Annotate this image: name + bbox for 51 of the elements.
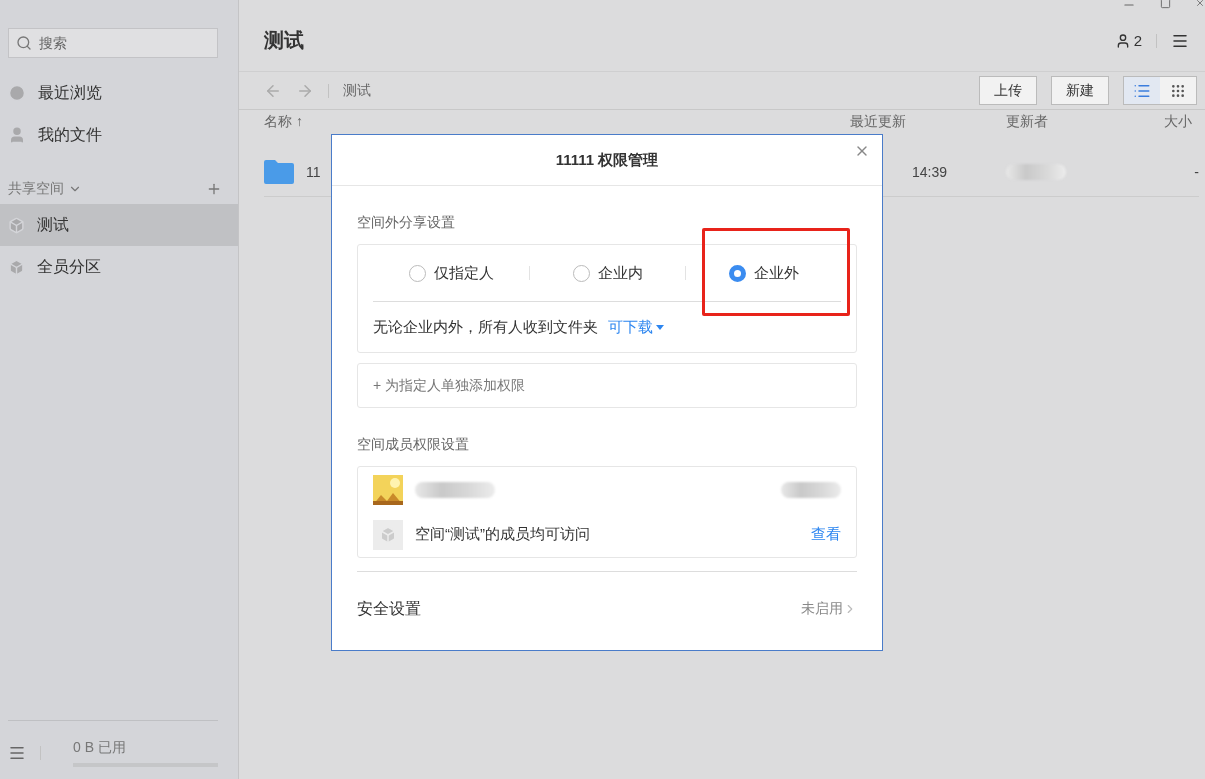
toolbar-button[interactable]: 上传 bbox=[979, 76, 1037, 105]
space-access-text: 空间“测试”的成员均可访问 bbox=[415, 525, 590, 544]
view-toggle[interactable] bbox=[1160, 77, 1196, 104]
menu-icon[interactable] bbox=[8, 744, 26, 762]
user-icon bbox=[8, 126, 26, 144]
view-toggle[interactable] bbox=[1124, 77, 1160, 104]
view-link[interactable]: 查看 bbox=[811, 525, 841, 544]
radio-button[interactable] bbox=[408, 264, 426, 282]
clock-icon bbox=[8, 84, 26, 102]
security-status[interactable]: 未启用 bbox=[801, 600, 857, 618]
cube-icon bbox=[8, 216, 25, 234]
file-name: 11 bbox=[306, 163, 321, 180]
permission-dropdown[interactable]: 可下载 bbox=[608, 317, 664, 337]
add-permission-button[interactable]: + 为指定人单独添加权限 bbox=[357, 363, 857, 408]
folder-icon bbox=[264, 159, 294, 184]
maximize-icon[interactable] bbox=[1160, 0, 1171, 9]
sidebar-item[interactable]: 全员分区 bbox=[0, 246, 238, 288]
sidebar-item[interactable]: 最近浏览 bbox=[0, 72, 238, 114]
column-header[interactable]: 更新者 bbox=[1006, 113, 1164, 131]
section-title: 共享空间 bbox=[8, 180, 64, 198]
column-header[interactable]: 名称 ↑ bbox=[264, 113, 850, 131]
radio-button[interactable] bbox=[572, 264, 590, 282]
column-header[interactable]: 最近更新 bbox=[850, 113, 1006, 131]
column-header[interactable]: 大小 bbox=[1164, 113, 1199, 131]
page-title: 测试 bbox=[264, 28, 304, 53]
close-icon[interactable] bbox=[1195, 0, 1205, 8]
add-icon[interactable] bbox=[206, 181, 222, 197]
grid-icon bbox=[1170, 82, 1186, 99]
share-description: 无论企业内外，所有人收到文件夹 bbox=[373, 317, 598, 337]
toolbar-button[interactable]: 新建 bbox=[1051, 76, 1109, 105]
dialog-title: 11111 权限管理 bbox=[555, 150, 659, 170]
blurred-text bbox=[1006, 163, 1066, 180]
security-label: 安全设置 bbox=[357, 598, 421, 619]
radio-label: 企业外 bbox=[753, 266, 799, 280]
members-button[interactable]: 2 bbox=[1114, 32, 1142, 49]
section-label: 空间外分享设置 bbox=[357, 214, 456, 232]
sidebar-item[interactable]: 测试 bbox=[0, 204, 238, 246]
breadcrumb[interactable]: 测试 bbox=[343, 81, 371, 100]
table-cell-text: - bbox=[1193, 163, 1199, 180]
radio-button[interactable] bbox=[728, 264, 746, 282]
cube-icon bbox=[8, 258, 25, 276]
space-icon bbox=[373, 519, 403, 550]
storage-usage: 0 B 已用 bbox=[73, 739, 127, 757]
blurred-text bbox=[781, 481, 841, 498]
sidebar-item[interactable]: 我的文件 bbox=[0, 114, 238, 156]
section-label: 空间成员权限设置 bbox=[357, 436, 470, 454]
search-icon bbox=[16, 35, 32, 51]
radio-label: 企业内 bbox=[597, 266, 643, 280]
search-field[interactable]: 搜索 bbox=[8, 28, 218, 58]
radio-label: 仅指定人 bbox=[433, 266, 494, 280]
table-cell-text: 14:39 bbox=[911, 163, 949, 180]
